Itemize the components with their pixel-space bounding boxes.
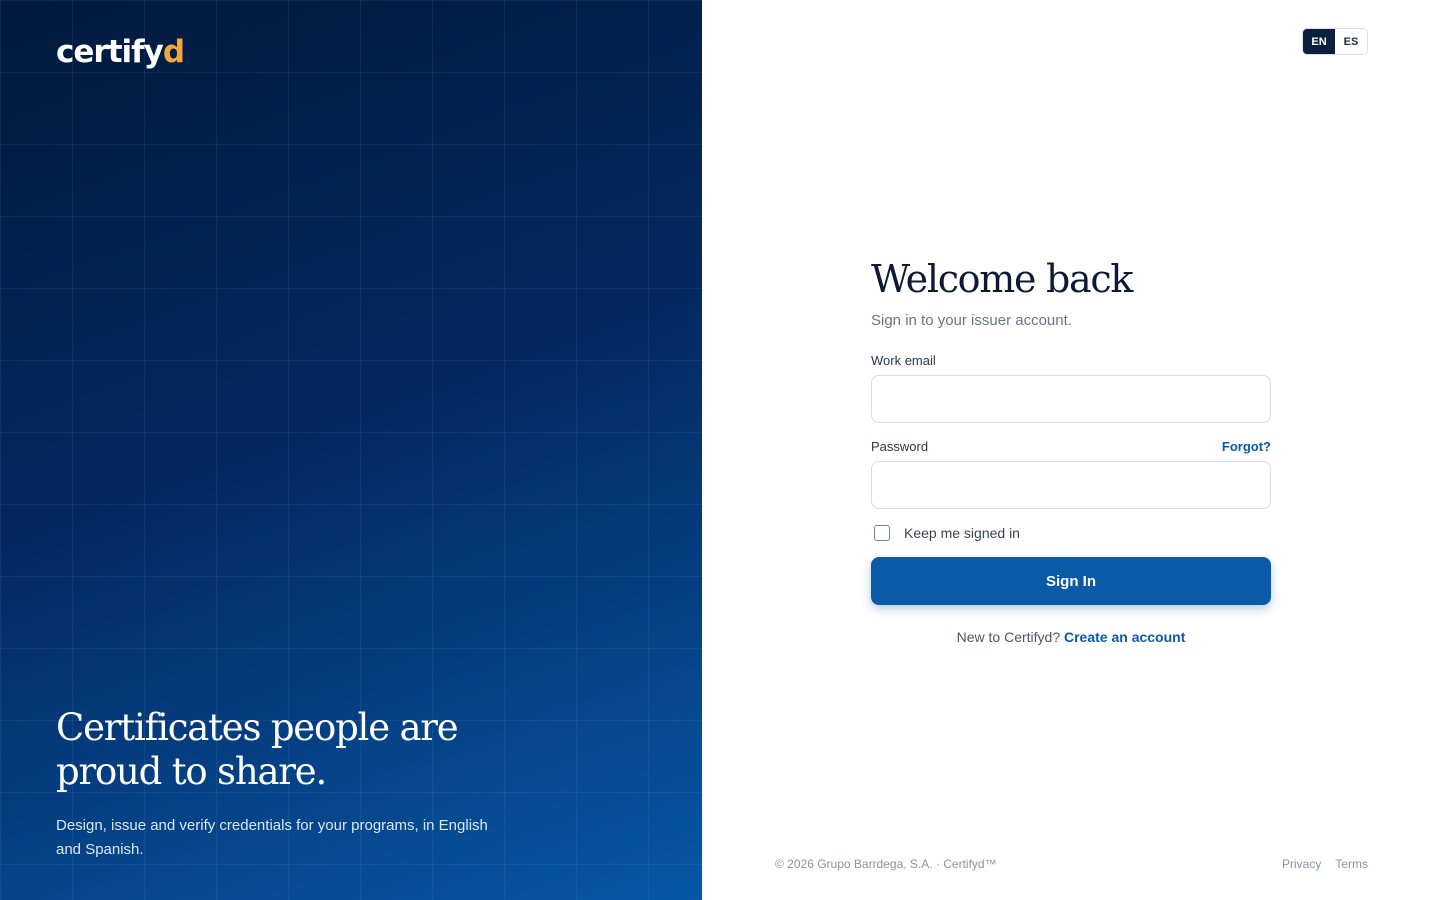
- footer-copyright: © 2026 Grupo Barrdega, S.A. · Certifyd™: [775, 857, 997, 871]
- remember-me-label: Keep me signed in: [904, 525, 1020, 541]
- signin-panel: EN ES Welcome back Sign in to your issue…: [702, 0, 1440, 900]
- page-title: Welcome back: [871, 257, 1133, 301]
- email-field[interactable]: [871, 375, 1271, 423]
- hero-copy: Certificates people are proud to share. …: [56, 706, 506, 862]
- signin-form: Welcome back Sign in to your issuer acco…: [871, 256, 1271, 645]
- logo-accent-letter: d: [162, 34, 185, 70]
- forgot-password-link[interactable]: Forgot?: [1222, 439, 1271, 454]
- remember-me-row: Keep me signed in: [871, 525, 1271, 541]
- logo-wordmark: certify: [56, 34, 164, 70]
- footer-links: Privacy Terms: [1268, 857, 1368, 871]
- create-account-link[interactable]: Create an account: [1064, 629, 1185, 645]
- privacy-link[interactable]: Privacy: [1282, 857, 1321, 871]
- lang-en-button[interactable]: EN: [1303, 29, 1335, 54]
- login-page: certifyd Certificates people are proud t…: [0, 0, 1440, 900]
- terms-link[interactable]: Terms: [1335, 857, 1368, 871]
- sign-in-button[interactable]: Sign In: [871, 557, 1271, 605]
- language-switcher: EN ES: [1302, 28, 1368, 55]
- hero-subtext: Design, issue and verify credentials for…: [56, 817, 488, 858]
- page-subtitle: Sign in to your issuer account.: [871, 312, 1072, 329]
- hero-headline: Certificates people are proud to share.: [56, 706, 459, 793]
- signup-prompt-text: New to Certifyd?: [956, 629, 1061, 645]
- password-field[interactable]: [871, 461, 1271, 509]
- password-label: Password: [871, 439, 929, 454]
- hero-panel: certifyd Certificates people are proud t…: [0, 0, 702, 900]
- remember-me-checkbox[interactable]: [874, 525, 890, 541]
- email-label: Work email: [871, 353, 936, 368]
- email-label-row: Work email: [871, 353, 1271, 368]
- password-label-row: Password Forgot?: [871, 439, 1271, 454]
- signup-prompt: New to Certifyd? Create an account: [871, 629, 1271, 645]
- lang-es-button[interactable]: ES: [1335, 29, 1367, 54]
- brand-logo: certifyd: [56, 34, 185, 70]
